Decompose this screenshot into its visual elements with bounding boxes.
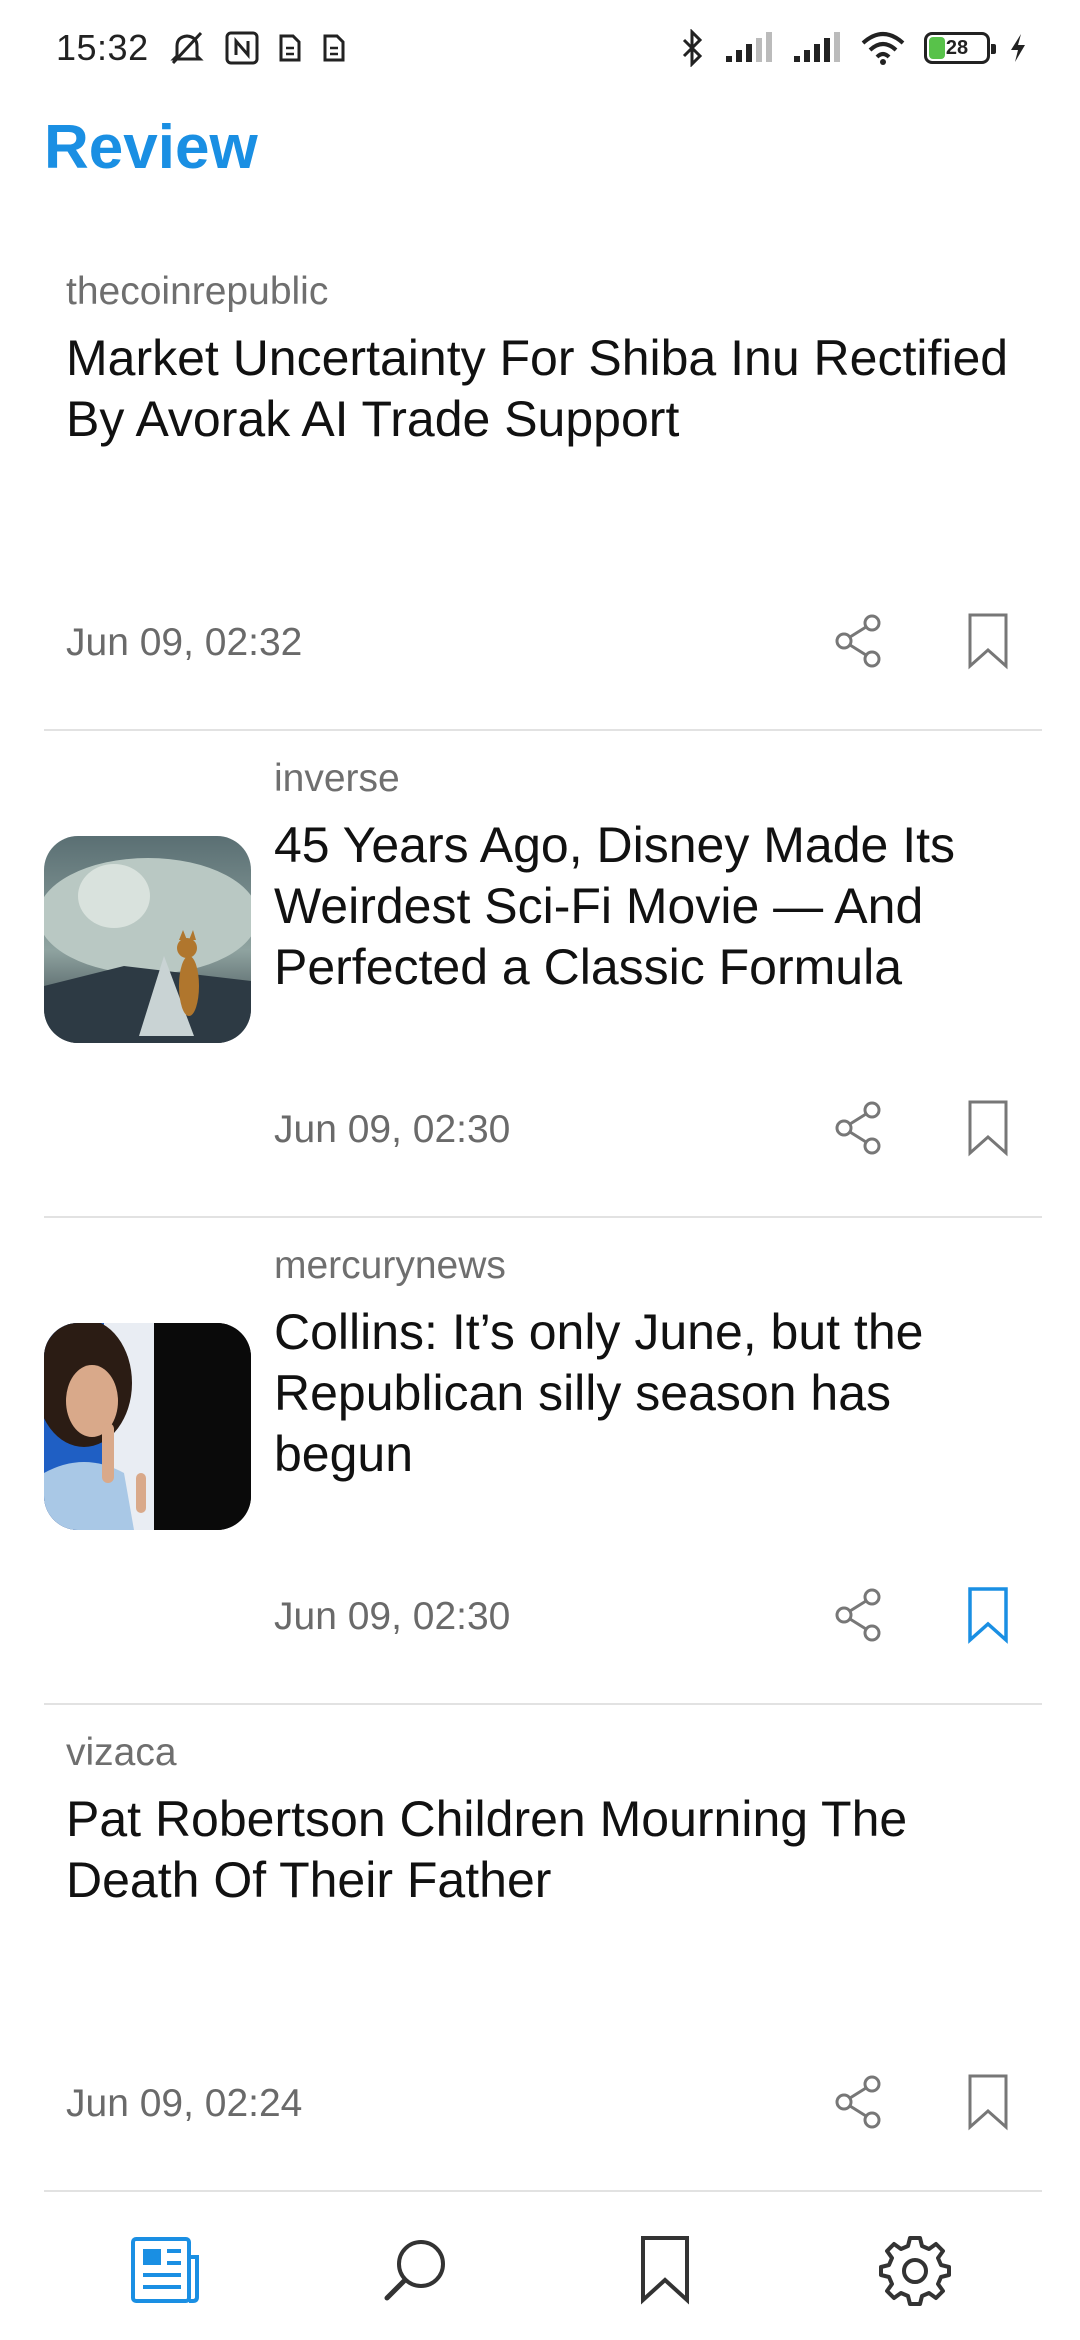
nav-news[interactable] <box>105 2210 225 2330</box>
status-time: 15:32 <box>56 27 149 68</box>
article-source: mercurynews <box>274 1244 506 1287</box>
share-icon <box>835 1588 881 1642</box>
bookmark-button[interactable] <box>956 609 1020 673</box>
article-source: vizaca <box>66 1731 177 1774</box>
bookmark-button[interactable] <box>956 2070 1020 2134</box>
nav-search[interactable] <box>355 2210 475 2330</box>
article-body[interactable]: inverse 45 Years Ago, Disney Made Its We… <box>274 757 1042 998</box>
article-body[interactable]: mercurynews Collins: It’s only June, but… <box>274 1244 1042 1485</box>
article-headline[interactable]: 45 Years Ago, Disney Made Its Weirdest S… <box>274 815 1042 998</box>
article-body[interactable]: thecoinrepublic Market Uncertainty For S… <box>66 270 1042 450</box>
mute-icon <box>167 30 207 66</box>
signal-icon <box>724 32 774 64</box>
article-body[interactable]: vizaca Pat Robertson Children Mourning T… <box>66 1731 1042 1911</box>
news-icon <box>131 2237 199 2303</box>
article-date: Jun 09, 02:30 <box>274 1108 511 1151</box>
article-date: Jun 09, 02:32 <box>66 621 303 664</box>
article-headline[interactable]: Market Uncertainty For Shiba Inu Rectifi… <box>66 328 1042 450</box>
article-feed[interactable]: thecoinrepublic Market Uncertainty For S… <box>44 244 1042 2192</box>
bottom-nav <box>0 2200 1080 2340</box>
battery-level: 28 <box>945 36 969 59</box>
share-icon <box>835 1101 881 1155</box>
nav-settings[interactable] <box>855 2210 975 2330</box>
sim-icon <box>321 32 347 64</box>
bookmark-icon <box>968 1587 1008 1644</box>
charging-icon <box>1008 32 1028 64</box>
share-button[interactable] <box>826 2070 890 2134</box>
bookmark-icon <box>968 1100 1008 1157</box>
share-button[interactable] <box>826 1096 890 1160</box>
battery-fill <box>929 37 945 59</box>
page-title: Review <box>44 113 258 182</box>
status-right: 28 <box>680 29 1028 67</box>
battery-icon: 28 <box>924 32 996 64</box>
bookmark-icon <box>641 2236 689 2305</box>
article-source: thecoinrepublic <box>66 270 329 313</box>
article-thumbnail[interactable] <box>44 1323 251 1530</box>
status-bar: 15:32 28 <box>0 0 1080 96</box>
signal-icon <box>792 32 842 64</box>
sim-icon <box>277 32 303 64</box>
bookmark-icon <box>968 2074 1008 2131</box>
article-headline[interactable]: Pat Robertson Children Mourning The Deat… <box>66 1789 1042 1911</box>
speaker-portrait-image <box>44 1323 251 1530</box>
nfc-icon <box>225 31 259 65</box>
share-icon <box>835 614 881 668</box>
share-icon <box>835 2075 881 2129</box>
article-date: Jun 09, 02:30 <box>274 1595 511 1638</box>
article-card[interactable]: thecoinrepublic Market Uncertainty For S… <box>44 244 1042 731</box>
share-button[interactable] <box>826 609 890 673</box>
article-date: Jun 09, 02:24 <box>66 2082 303 2125</box>
bookmark-button[interactable] <box>956 1096 1020 1160</box>
status-left: 15:32 <box>56 27 347 69</box>
wifi-icon <box>860 31 906 65</box>
bookmark-button-active[interactable] <box>956 1583 1020 1647</box>
article-thumbnail[interactable] <box>44 836 251 1043</box>
screen: 15:32 28 Review thecoinrepublic Market U… <box>0 0 1080 2340</box>
article-headline[interactable]: Collins: It’s only June, but the Republi… <box>274 1302 1042 1485</box>
share-button[interactable] <box>826 1583 890 1647</box>
article-card[interactable]: vizaca Pat Robertson Children Mourning T… <box>44 1705 1042 2192</box>
article-source: inverse <box>274 757 400 800</box>
nav-bookmarks[interactable] <box>605 2210 725 2330</box>
spaceship-cat-image <box>44 836 251 1043</box>
bluetooth-icon <box>680 29 706 67</box>
bookmark-icon <box>968 613 1008 670</box>
article-card[interactable]: mercurynews Collins: It’s only June, but… <box>44 1218 1042 1705</box>
settings-icon <box>879 2236 951 2306</box>
article-card[interactable]: inverse 45 Years Ago, Disney Made Its We… <box>44 731 1042 1218</box>
search-icon <box>384 2240 445 2301</box>
